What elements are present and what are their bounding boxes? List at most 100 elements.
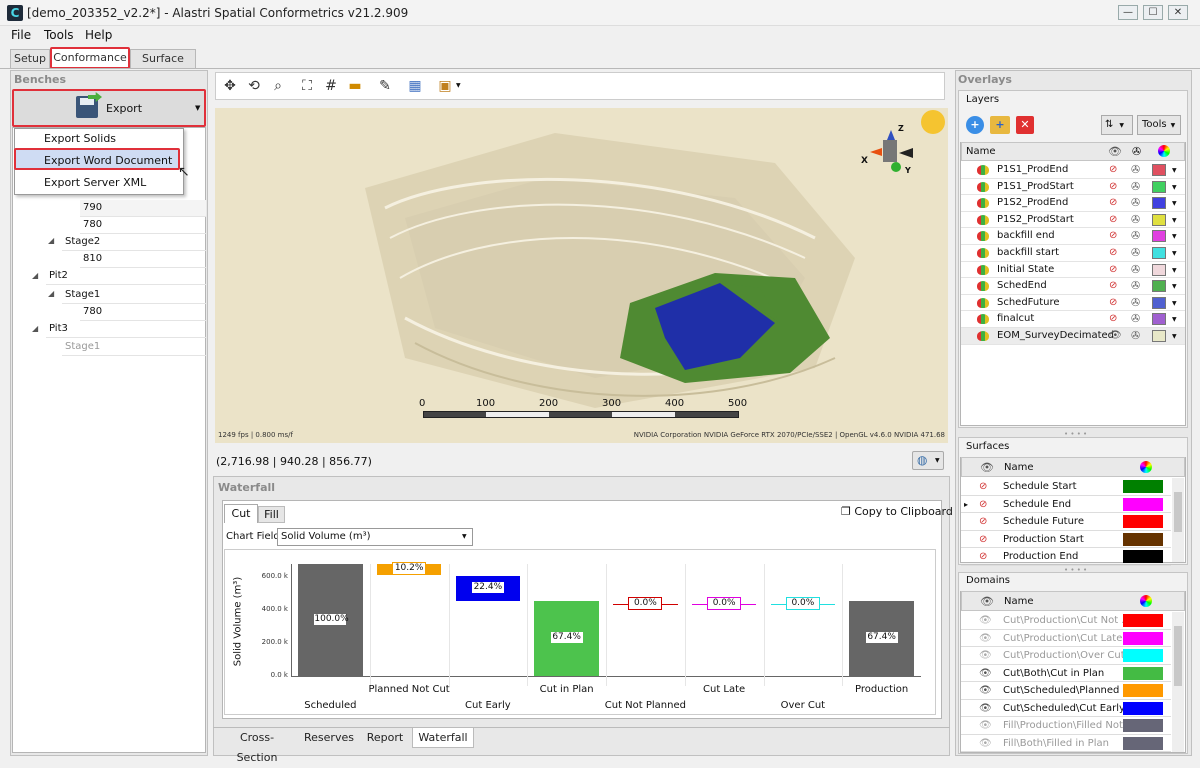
domain-color-swatch[interactable] <box>1123 736 1163 750</box>
tab-setup[interactable]: Setup <box>10 49 50 68</box>
surface-color-swatch[interactable] <box>1123 550 1163 563</box>
collapse-icon[interactable]: ◢ <box>32 324 38 333</box>
surface-color-swatch[interactable] <box>1123 515 1163 528</box>
tree-item-780[interactable]: 780 <box>80 304 206 321</box>
eye-icon[interactable]: 👁 <box>979 683 992 699</box>
render-mode-icon[interactable]: ✇ <box>1131 212 1140 228</box>
collapse-icon[interactable]: ◢ <box>48 289 54 298</box>
zoom-extents-icon[interactable]: ⛶ <box>298 77 316 95</box>
surface-color-swatch[interactable] <box>1123 532 1163 546</box>
rotate-icon[interactable]: ⟲ <box>245 77 263 95</box>
tree-item-stage2[interactable]: Stage2 <box>62 234 206 251</box>
eye-off-icon[interactable]: ⊘ <box>1109 162 1117 178</box>
eye-off-icon[interactable]: ⊘ <box>1109 262 1117 278</box>
maximize-button[interactable]: ☐ <box>1143 5 1163 20</box>
menu-item-export-word-document[interactable]: Export Word Document <box>14 148 180 170</box>
eye-off-icon[interactable]: ⊘ <box>979 532 987 548</box>
domain-row[interactable]: 👁 Cut\Both\Cut in Plan <box>961 665 1171 682</box>
domain-color-swatch[interactable] <box>1123 719 1163 732</box>
layer-color-swatch[interactable] <box>1152 263 1166 276</box>
surface-color-swatch[interactable] <box>1123 497 1163 511</box>
chevron-down-icon[interactable]: ▼ <box>1172 296 1177 312</box>
add-layer-icon[interactable]: + <box>966 116 984 134</box>
chevron-down-icon[interactable]: ▼ <box>1172 180 1177 196</box>
layer-color-swatch[interactable] <box>1152 164 1166 176</box>
delete-layer-icon[interactable]: ✕ <box>1016 116 1034 134</box>
chevron-down-icon[interactable]: ▼ <box>456 82 461 89</box>
eye-off-icon[interactable]: ⊘ <box>979 497 987 513</box>
export-split-button[interactable]: Export ▼ <box>12 89 206 127</box>
measure-icon[interactable]: ✎ <box>376 77 394 95</box>
menu-tools[interactable]: Tools <box>44 28 74 42</box>
tree-item-stage1[interactable]: Stage1 <box>62 287 206 304</box>
surface-row[interactable]: ▸ ⊘ Schedule End <box>961 496 1171 513</box>
domain-color-swatch[interactable] <box>1123 614 1163 627</box>
chevron-down-icon[interactable]: ▼ <box>1172 196 1177 212</box>
menu-item-export-server-xml[interactable]: Export Server XML <box>44 176 146 189</box>
layer-row[interactable]: SchedFuture ⊘ ✇ ▼ <box>961 295 1185 312</box>
chevron-down-icon[interactable]: ▼ <box>195 104 200 112</box>
menu-item-export-solids[interactable]: Export Solids <box>44 132 116 145</box>
chevron-down-icon[interactable]: ▼ <box>1172 263 1177 279</box>
surface-row[interactable]: ⊘ Production Start <box>961 531 1171 548</box>
layer-row[interactable]: backfill end ⊘ ✇ ▼ <box>961 228 1185 245</box>
render-mode-icon[interactable]: ✇ <box>1131 295 1140 311</box>
sort-button[interactable]: ⇅ ▼ <box>1101 115 1133 135</box>
tab-waterfall[interactable]: Waterfall <box>412 728 474 748</box>
zoom-icon[interactable]: ⌕ <box>269 77 287 95</box>
3d-viewport[interactable]: X Z Y 0 100 200 300 400 500 1249 fps | 0… <box>215 108 948 443</box>
tab-cut[interactable]: Cut <box>224 504 258 523</box>
tab-reserves[interactable]: Reserves <box>302 728 356 748</box>
eye-off-icon[interactable]: ⊘ <box>1109 295 1117 311</box>
eye-icon[interactable]: 👁 <box>1109 328 1122 344</box>
layer-row[interactable]: SchedEnd ⊘ ✇ ▼ <box>961 278 1185 295</box>
domain-color-swatch[interactable] <box>1123 666 1163 680</box>
eye-icon[interactable]: 👁 <box>979 648 992 664</box>
menu-file[interactable]: File <box>11 28 31 42</box>
globe-view-button[interactable]: ◍ ▼ <box>912 451 944 470</box>
image-icon[interactable]: ▣ <box>436 77 454 95</box>
eye-off-icon[interactable]: ⊘ <box>1109 228 1117 244</box>
eye-icon[interactable]: 👁 <box>979 718 992 734</box>
layer-color-swatch[interactable] <box>1152 180 1166 193</box>
copy-to-clipboard-button[interactable]: ❐ Copy to Clipboard <box>841 505 953 518</box>
chevron-down-icon[interactable]: ▼ <box>1172 246 1177 262</box>
layer-color-swatch[interactable] <box>1152 213 1166 226</box>
render-mode-icon[interactable]: ✇ <box>1131 328 1140 344</box>
surface-row[interactable]: ⊘ Schedule Start <box>961 478 1171 496</box>
eye-icon[interactable]: 👁 <box>979 613 992 629</box>
chevron-down-icon[interactable]: ▼ <box>1172 229 1177 245</box>
layer-color-swatch[interactable] <box>1152 247 1166 259</box>
layer-color-swatch[interactable] <box>1152 330 1166 342</box>
menu-help[interactable]: Help <box>85 28 112 42</box>
tab-surface-lab[interactable]: Surface Lab <box>130 49 196 82</box>
layer-row[interactable]: EOM_SurveyDecimated 👁 ✇ ▼ <box>961 328 1185 345</box>
tab-fill[interactable]: Fill <box>258 506 285 523</box>
tools-button[interactable]: Tools ▼ <box>1137 115 1181 135</box>
eye-icon[interactable]: 👁 <box>979 736 992 752</box>
chart-field-select[interactable]: Solid Volume (m³) ▼ <box>277 528 473 546</box>
eye-off-icon[interactable]: ⊘ <box>1109 245 1117 261</box>
layer-color-swatch[interactable] <box>1152 313 1166 326</box>
layer-row[interactable]: finalcut ⊘ ✇ ▼ <box>961 311 1185 328</box>
render-mode-icon[interactable]: ✇ <box>1131 262 1140 278</box>
layer-color-swatch[interactable] <box>1152 296 1166 309</box>
domain-color-swatch[interactable] <box>1123 701 1163 715</box>
eye-off-icon[interactable]: ⊘ <box>1109 212 1117 228</box>
surface-color-swatch[interactable] <box>1123 480 1163 493</box>
axis-gizmo[interactable]: X Z Y <box>861 124 915 176</box>
tab-cross-section[interactable]: Cross-Section <box>222 728 292 764</box>
chevron-down-icon[interactable]: ▼ <box>1172 329 1177 345</box>
close-button[interactable]: ✕ <box>1168 5 1188 20</box>
tree-item-780[interactable]: 780 <box>80 217 206 234</box>
collapse-icon[interactable]: ◢ <box>48 236 54 245</box>
chart-view-icon[interactable]: ▦ <box>406 77 424 95</box>
domain-row[interactable]: 👁 Fill\Both\Filled in Plan <box>961 735 1171 752</box>
layer-color-swatch[interactable] <box>1152 280 1166 293</box>
chevron-down-icon[interactable]: ▼ <box>1172 312 1177 328</box>
render-mode-icon[interactable]: ✇ <box>1131 195 1140 211</box>
domain-row[interactable]: 👁 Cut\Scheduled\Cut Early <box>961 700 1171 717</box>
render-mode-icon[interactable]: ✇ <box>1131 245 1140 261</box>
domain-color-swatch[interactable] <box>1123 649 1163 662</box>
pan-icon[interactable]: ✥ <box>221 77 239 95</box>
